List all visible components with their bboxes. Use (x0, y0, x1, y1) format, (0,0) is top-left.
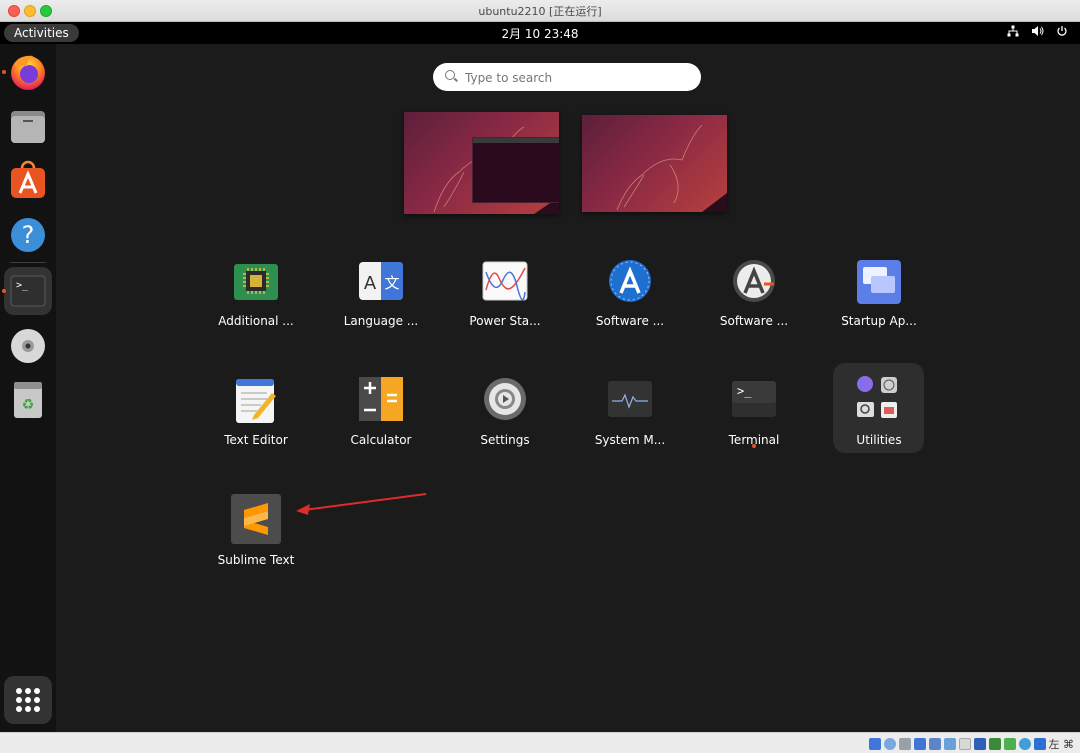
app-additional-drivers[interactable]: Additional ... (198, 258, 314, 328)
help-icon: ? (11, 218, 45, 252)
volume-icon[interactable] (1031, 25, 1044, 37)
power-stats-icon (482, 261, 528, 301)
system-tray[interactable] (1007, 25, 1068, 37)
terminal-icon: >_ (732, 381, 776, 417)
trash-icon: ♻ (14, 382, 42, 418)
disc-icon (11, 329, 45, 363)
red-arrow-annotation (296, 493, 427, 515)
show-apps-icon (16, 688, 40, 712)
app-label: Calculator (350, 433, 412, 447)
utilities-folder-icon (857, 376, 897, 418)
app-label: Power Sta... (469, 314, 541, 328)
app-terminal[interactable]: >_ Terminal (696, 377, 812, 447)
optical-drive-icon[interactable] (883, 738, 896, 750)
display-icon[interactable] (958, 738, 971, 750)
svg-text:♻: ♻ (22, 397, 35, 413)
power-icon[interactable] (1056, 25, 1068, 37)
window-title: ubuntu2210 [正在运行] (478, 5, 602, 18)
software-properties-icon (733, 260, 775, 302)
running-indicator (2, 289, 6, 293)
svg-text:>_: >_ (737, 384, 752, 398)
startup-apps-icon (857, 260, 901, 304)
app-label: Text Editor (224, 433, 288, 447)
app-startup-applications[interactable]: Startup Ap... (821, 258, 937, 328)
dock-item-help[interactable]: ? (4, 210, 52, 258)
antelope-wallpaper-graphic (616, 124, 727, 212)
app-text-editor[interactable]: Text Editor (198, 377, 314, 447)
audio-icon[interactable] (898, 738, 911, 750)
terminal-icon: >_ (10, 275, 46, 307)
vm-status-bar: 左 ⌘ (0, 732, 1080, 753)
app-center-icon (11, 160, 45, 198)
app-label: Language ... (343, 314, 419, 328)
dock-separator (10, 262, 46, 263)
calculator-icon (359, 377, 403, 421)
app-utilities[interactable]: Utilities (821, 374, 937, 447)
software-updater-icon (609, 260, 651, 302)
host-key-label: 左 ⌘ (1048, 738, 1075, 751)
app-label: Startup Ap... (841, 314, 917, 328)
show-apps-button[interactable] (4, 676, 52, 724)
vt-x-icon[interactable] (1003, 738, 1016, 750)
dock: ? >_ ♻ (0, 44, 56, 732)
cpu-icon[interactable] (988, 738, 1001, 750)
dock-item-app-center[interactable] (4, 156, 52, 204)
app-language-support[interactable]: A文 Language ... (323, 258, 439, 328)
app-label: Software ... (719, 314, 789, 328)
network-adapter-icon[interactable] (913, 738, 926, 750)
app-system-monitor[interactable]: System M... (572, 377, 688, 447)
running-indicator (2, 70, 6, 74)
app-label: Software ... (595, 314, 665, 328)
keyboard-capture-icon[interactable] (1033, 738, 1046, 750)
app-settings[interactable]: Settings (447, 377, 563, 447)
app-label: Utilities (856, 433, 902, 447)
text-editor-icon (236, 379, 276, 423)
network-icon[interactable] (1007, 25, 1019, 37)
search-bar[interactable] (433, 63, 701, 91)
svg-text:?: ? (22, 221, 35, 249)
usb-icon[interactable] (928, 738, 941, 750)
svg-text:>_: >_ (16, 280, 29, 291)
app-label: Settings (480, 433, 530, 447)
dock-item-files[interactable] (4, 102, 52, 150)
search-input[interactable] (463, 67, 687, 89)
app-power-statistics[interactable]: Power Sta... (447, 258, 563, 328)
app-label: Additional ... (218, 314, 294, 328)
settings-icon (484, 378, 526, 420)
translate-icon: A文 (359, 262, 403, 300)
terminal-window-preview (472, 137, 559, 203)
dock-item-firefox[interactable] (2, 48, 52, 96)
files-icon (11, 111, 45, 143)
search-icon (445, 70, 455, 80)
running-indicator (752, 444, 756, 448)
hdd-icon[interactable] (868, 738, 881, 750)
workspace-thumbnail-1[interactable] (404, 112, 559, 214)
svg-text:文: 文 (384, 274, 399, 292)
gnome-top-bar: Activities 2月 10 23:48 (0, 22, 1080, 44)
chip-icon (234, 264, 278, 300)
clock[interactable]: 2月 10 23:48 (0, 25, 1080, 42)
system-monitor-icon (608, 381, 652, 417)
app-label: Sublime Text (217, 553, 295, 567)
sublime-text-icon (231, 494, 281, 544)
svg-text:A: A (364, 273, 377, 294)
mouse-integration-icon[interactable] (1018, 738, 1031, 750)
app-calculator[interactable]: Calculator (323, 377, 439, 447)
vm-window-titlebar: ubuntu2210 [正在运行] (0, 0, 1080, 22)
video-capture-icon[interactable] (973, 738, 986, 750)
firefox-icon (11, 55, 45, 90)
app-label: System M... (594, 433, 666, 447)
dock-item-trash[interactable]: ♻ (4, 376, 52, 424)
dock-item-disc[interactable] (4, 322, 52, 370)
app-software-updater[interactable]: Software ... (572, 258, 688, 328)
dock-item-terminal[interactable]: >_ (2, 267, 52, 315)
workspace-thumbnail-2[interactable] (582, 115, 727, 212)
shared-folders-icon[interactable] (943, 738, 956, 750)
vm-status-icons: 左 ⌘ (868, 736, 1075, 752)
app-software-properties[interactable]: Software ... (696, 258, 812, 328)
